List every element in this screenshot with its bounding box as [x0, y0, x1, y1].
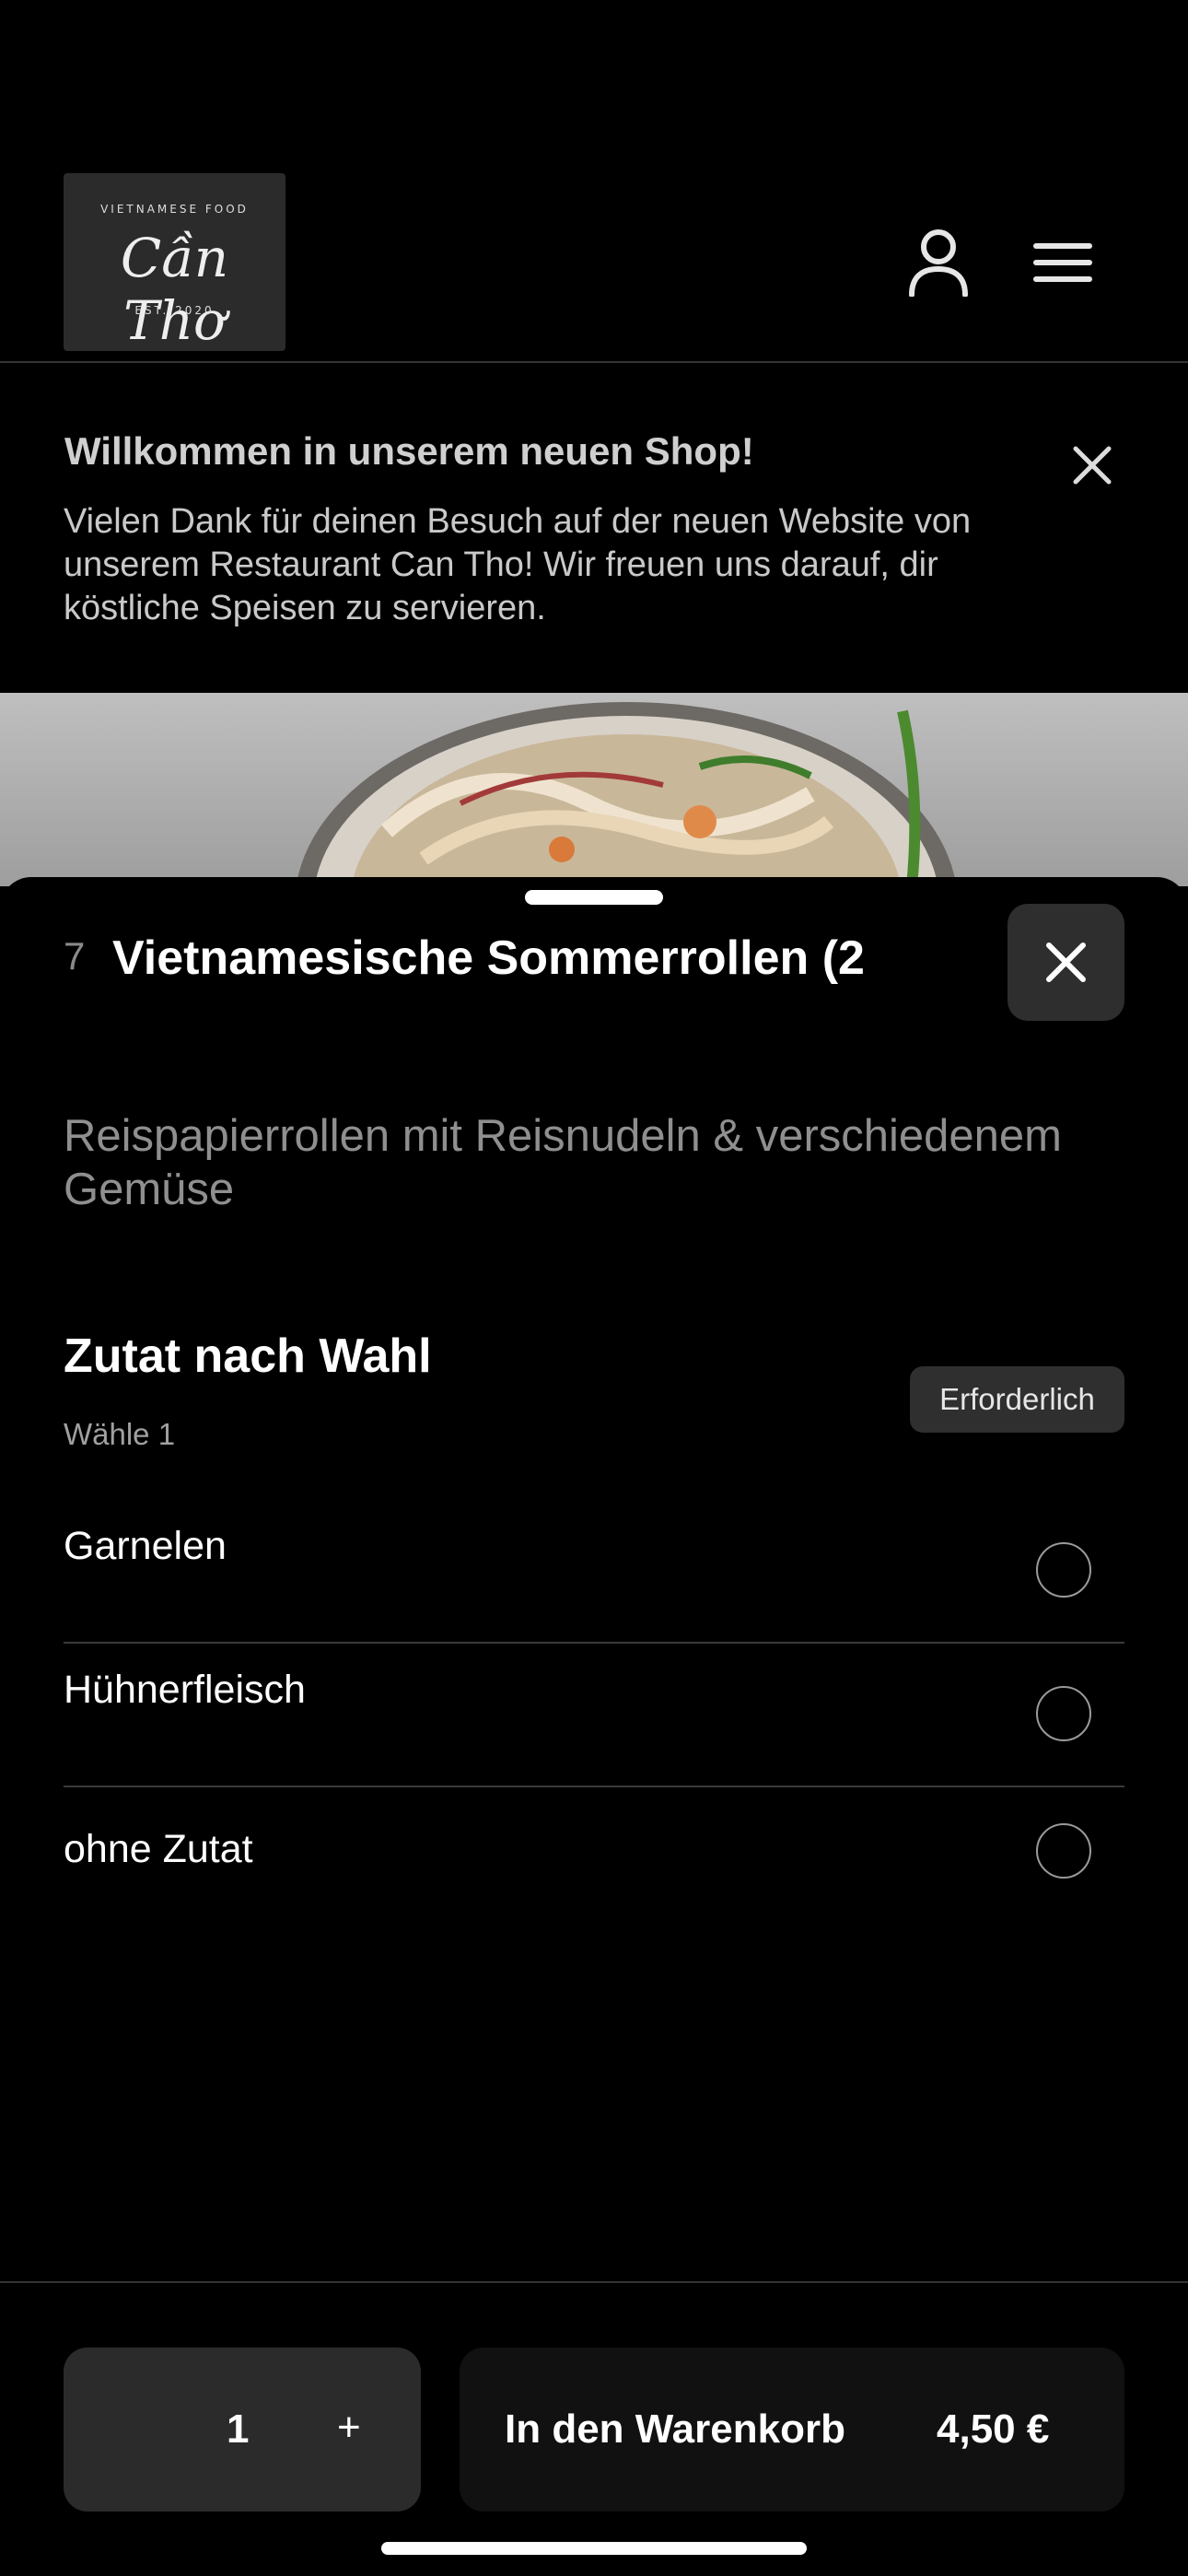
banner-text: Vielen Dank für deinen Besuch auf der ne… [64, 502, 972, 627]
option-label-garnelen[interactable]: Garnelen [64, 1524, 227, 1569]
sheet-drag-handle[interactable] [525, 890, 663, 905]
option-radio-ohne-zutat[interactable] [1036, 1823, 1091, 1879]
footer-divider [0, 2281, 1188, 2283]
option-radio-huehnerfleisch[interactable] [1036, 1686, 1091, 1741]
option-radio-garnelen[interactable] [1036, 1542, 1091, 1598]
required-badge: Erforderlich [910, 1366, 1124, 1433]
menu-icon[interactable] [1033, 241, 1092, 284]
item-description: Reispapierrollen mit Reisnudeln & versch… [64, 1111, 1062, 1214]
banner-close-icon[interactable] [1066, 439, 1118, 491]
logo-bottom-text: EST. 2020 [134, 304, 215, 317]
option-group-subtitle: Wähle 1 [64, 1417, 176, 1451]
banner-title: Willkommen in unserem neuen Shop! [64, 429, 754, 473]
quantity-value: 1 [227, 2406, 250, 2452]
option-divider [64, 1642, 1124, 1644]
logo-script-text: Cần Thơ [120, 227, 229, 352]
add-to-cart-label: In den Warenkorb [505, 2406, 845, 2452]
product-image [0, 693, 1188, 886]
option-group-title: Zutat nach Wahl [64, 1329, 432, 1383]
option-divider [64, 1786, 1124, 1787]
option-label-ohne-zutat[interactable]: ohne Zutat [64, 1827, 253, 1872]
close-button[interactable] [1007, 904, 1124, 1021]
option-label-huehnerfleisch[interactable]: Hühnerfleisch [64, 1668, 306, 1713]
item-title: Vietnamesische Sommerrollen (2 [112, 931, 865, 985]
add-to-cart-price: 4,50 € [937, 2406, 1050, 2452]
restaurant-logo[interactable]: VIETNAMESE FOOD Cần Thơ EST. 2020 [64, 173, 285, 352]
user-icon[interactable] [908, 228, 969, 298]
item-number: 7 [64, 934, 86, 978]
close-icon [1046, 943, 1086, 982]
quantity-increase-button[interactable]: + [337, 2405, 361, 2451]
home-indicator [381, 2542, 807, 2555]
logo-top-text: VIETNAMESE FOOD [100, 203, 249, 216]
